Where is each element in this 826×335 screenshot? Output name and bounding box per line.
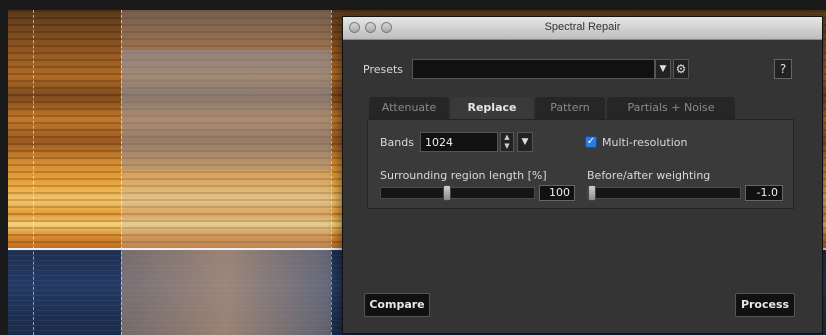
bands-stepper[interactable]: ▲ ▼ — [500, 132, 514, 152]
surrounding-region-label: Surrounding region length [%] — [380, 169, 547, 182]
bands-dropdown-button[interactable]: ▼ — [517, 132, 533, 152]
stepper-icon: ▲ ▼ — [504, 133, 510, 150]
weighting-label: Before/after weighting — [587, 169, 711, 182]
selection-marker-line — [33, 10, 34, 335]
weighting-slider-thumb[interactable] — [588, 185, 596, 201]
checkmark-icon: ✓ — [586, 136, 596, 147]
selection-start-line — [121, 10, 122, 335]
title-bar: Spectral Repair — [343, 17, 822, 40]
spectral-repair-dialog: Spectral Repair Presets ▼ ⚙ ? Attenuate … — [342, 16, 823, 334]
weighting-value[interactable]: -1.0 — [745, 185, 783, 201]
gear-icon: ⚙ — [675, 62, 687, 76]
presets-select[interactable] — [412, 59, 655, 79]
selection-end-line — [331, 10, 332, 335]
surrounding-region-slider[interactable] — [380, 185, 535, 201]
presets-dropdown-button[interactable]: ▼ — [655, 59, 671, 79]
multi-resolution-label: Multi-resolution — [602, 136, 688, 149]
chevron-down-icon: ▼ — [521, 137, 529, 147]
compare-button[interactable]: Compare — [364, 293, 430, 317]
surrounding-region-slider-thumb[interactable] — [443, 185, 451, 201]
surrounding-region-value[interactable]: 100 — [539, 185, 575, 201]
presets-gear-button[interactable]: ⚙ — [673, 59, 689, 79]
bands-field[interactable]: 1024 — [420, 132, 498, 152]
presets-label: Presets — [363, 63, 404, 76]
window-title: Spectral Repair — [544, 21, 621, 33]
tab-attenuate[interactable]: Attenuate — [369, 97, 449, 119]
tab-partials-noise[interactable]: Partials + Noise — [607, 97, 735, 119]
process-button[interactable]: Process — [735, 293, 795, 317]
replace-settings-panel: Bands 1024 ▲ ▼ ▼ ✓ Multi-resolution Surro… — [367, 119, 794, 209]
multi-resolution-checkbox[interactable]: ✓ — [585, 136, 597, 148]
tab-pattern[interactable]: Pattern — [535, 97, 605, 119]
tab-replace[interactable]: Replace — [451, 97, 533, 119]
weighting-slider[interactable] — [587, 185, 741, 201]
spectrogram-repaired-region — [121, 50, 331, 170]
help-button[interactable]: ? — [774, 59, 792, 79]
chevron-down-icon: ▼ — [659, 64, 667, 74]
bands-label: Bands — [380, 136, 414, 149]
